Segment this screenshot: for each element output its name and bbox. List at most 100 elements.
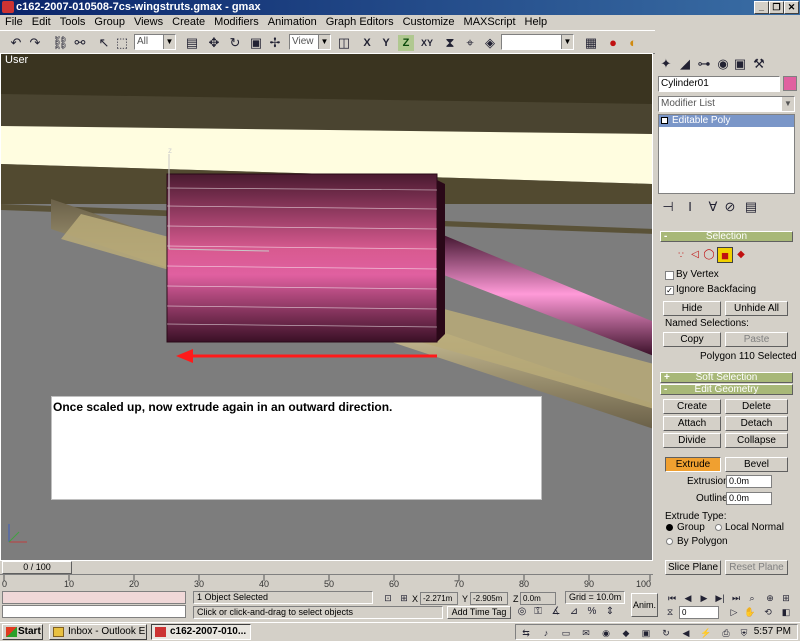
spinner-snap-icon[interactable]: ⇕	[602, 604, 618, 620]
local-normal-radio[interactable]	[715, 524, 722, 531]
object-color-swatch[interactable]	[783, 76, 797, 91]
maximize-viewport-icon[interactable]: ◧	[778, 604, 794, 620]
pivot-center-icon[interactable]: ◫	[336, 35, 352, 51]
axis-x-button[interactable]: X	[359, 35, 375, 51]
unhide-all-button[interactable]: Unhide All	[725, 301, 788, 316]
make-unique-icon[interactable]: ∀	[705, 199, 721, 215]
slice-plane-button[interactable]: Slice Plane	[665, 560, 721, 575]
percent-snap-icon[interactable]: %	[584, 604, 600, 620]
add-time-tag-button[interactable]: Add Time Tag	[447, 606, 511, 619]
selection-rollout-header[interactable]: - Selection	[660, 231, 793, 242]
angle-snap-icon[interactable]: ⊿	[566, 604, 582, 620]
y-coord-field[interactable]: -2.905m	[470, 592, 508, 605]
tray-display-icon[interactable]: ▣	[638, 625, 654, 641]
named-selection-dropdown[interactable]: ▼	[501, 34, 574, 50]
polygon-level-icon[interactable]: ■	[717, 247, 733, 263]
outline-spinner[interactable]: 0.0m	[726, 492, 772, 505]
menu-modifiers[interactable]: Modifiers	[209, 15, 263, 30]
modify-tab-icon[interactable]: ◢	[677, 56, 693, 72]
configure-sets-icon[interactable]: ▤	[743, 199, 759, 215]
viewport-label[interactable]: User	[5, 54, 28, 66]
detach-button[interactable]: Detach	[725, 416, 788, 431]
selection-filter-dropdown[interactable]: All ▼	[134, 34, 176, 50]
hide-button[interactable]: Hide	[663, 301, 721, 316]
ignore-backfacing-checkbox[interactable]: ✓	[665, 286, 674, 295]
paste-button[interactable]: Paste	[725, 332, 788, 347]
menu-tools[interactable]: Tools	[55, 15, 90, 30]
select-by-name-icon[interactable]: ▤	[184, 35, 200, 51]
prev-frame-icon[interactable]: ◀	[680, 590, 696, 606]
material-editor-icon[interactable]: ◈	[482, 35, 498, 51]
link-icon[interactable]: ⛓	[52, 35, 69, 51]
current-frame-field[interactable]: 0	[679, 606, 719, 619]
soft-selection-rollout-header[interactable]: + Soft Selection	[660, 372, 793, 383]
by-vertex-checkbox[interactable]	[665, 271, 674, 280]
menu-views[interactable]: Views	[129, 15, 167, 30]
render-last-icon[interactable]: ◐	[625, 35, 641, 51]
bevel-button[interactable]: Bevel	[725, 457, 788, 472]
extrude-button[interactable]: Extrude	[665, 457, 721, 472]
motion-tab-icon[interactable]: ◉	[715, 56, 731, 72]
region-select-icon[interactable]: ⬚	[114, 35, 130, 51]
rotate-icon[interactable]: ↻	[227, 35, 243, 51]
taskbar-item-gmax[interactable]: c162-2007-010...	[151, 624, 251, 640]
menu-file[interactable]: File	[0, 15, 27, 30]
remove-modifier-icon[interactable]: ⊘	[722, 199, 738, 215]
show-end-result-icon[interactable]: Ι	[682, 199, 698, 215]
lock-selection-icon[interactable]: ⊡	[380, 590, 396, 606]
by-polygon-radio[interactable]	[666, 538, 673, 545]
menu-create[interactable]: Create	[167, 15, 209, 30]
render-scene-icon[interactable]: ▦	[583, 35, 599, 51]
divide-button[interactable]: Divide	[663, 433, 721, 448]
menu-help[interactable]: Help	[520, 15, 552, 30]
mirror-icon[interactable]: ⧗	[442, 35, 458, 51]
x-coord-field[interactable]: -2.271m	[420, 592, 458, 605]
create-tab-icon[interactable]: ✦	[658, 56, 674, 72]
utilities-tab-icon[interactable]: ⚒	[751, 56, 767, 72]
tray-folder-icon[interactable]: ▭	[558, 625, 574, 641]
object-name-field[interactable]: Cylinder01	[658, 76, 780, 92]
expand-icon[interactable]	[661, 117, 668, 124]
tray-printer-icon[interactable]: ⎙	[718, 625, 734, 641]
tray-network-icon[interactable]: ⇆	[518, 625, 534, 641]
scale-icon[interactable]: ▣	[248, 35, 264, 51]
time-slider-thumb[interactable]: 0 / 100	[2, 561, 72, 574]
key-filters-icon[interactable]: ⚿	[530, 604, 546, 620]
extrusion-spinner[interactable]: 0.0m	[726, 475, 772, 488]
absolute-mode-icon[interactable]: ⊞	[396, 590, 412, 606]
unlink-icon[interactable]: ⚯	[72, 35, 88, 51]
copy-button[interactable]: Copy	[663, 332, 721, 347]
tray-update-icon[interactable]: ↻	[658, 625, 674, 641]
time-config-icon[interactable]: ⧖	[662, 604, 678, 620]
pan-icon[interactable]: ✋	[742, 604, 758, 620]
arc-rotate-icon[interactable]: ⟲	[760, 604, 776, 620]
attach-button[interactable]: Attach	[663, 416, 721, 431]
border-level-icon[interactable]: ◯	[701, 247, 717, 263]
manipulate-icon[interactable]: ✢	[267, 35, 283, 51]
collapse-button[interactable]: Collapse	[725, 433, 788, 448]
tray-mail-icon[interactable]: ✉	[578, 625, 594, 641]
edit-geometry-rollout-header[interactable]: - Edit Geometry	[660, 384, 793, 395]
maxscript-listener-white[interactable]	[2, 605, 186, 618]
start-button[interactable]: Start	[2, 624, 43, 640]
viewport-user[interactable]: User z Once scaled up, now extrude again…	[0, 53, 653, 561]
delete-button[interactable]: Delete	[725, 399, 788, 414]
menu-animation[interactable]: Animation	[263, 15, 321, 30]
quick-render-icon[interactable]: ●	[605, 35, 621, 51]
field-of-view-icon[interactable]: ▷	[726, 604, 742, 620]
time-slider[interactable]: 0 / 100	[0, 561, 653, 574]
align-icon[interactable]: ⌖	[462, 35, 478, 51]
restore-button[interactable]: ❐	[769, 1, 784, 14]
clock[interactable]: 5:57 PM	[754, 626, 791, 637]
tray-app-icon[interactable]: ◆	[618, 625, 634, 641]
stack-item-editable-poly[interactable]: Editable Poly	[659, 115, 794, 127]
animate-toggle[interactable]: Anim.	[631, 593, 658, 617]
taskbar-item-outlook[interactable]: Inbox - Outlook E...	[49, 624, 147, 640]
reset-plane-button[interactable]: Reset Plane	[725, 560, 788, 575]
axis-z-button[interactable]: Z	[398, 35, 414, 51]
menu-maxscript[interactable]: MAXScript	[459, 15, 520, 30]
pin-stack-icon[interactable]: ⊣	[660, 199, 676, 215]
key-mode-icon[interactable]: ◎	[514, 604, 530, 620]
minimize-button[interactable]: _	[754, 1, 769, 14]
group-radio[interactable]	[666, 524, 673, 531]
